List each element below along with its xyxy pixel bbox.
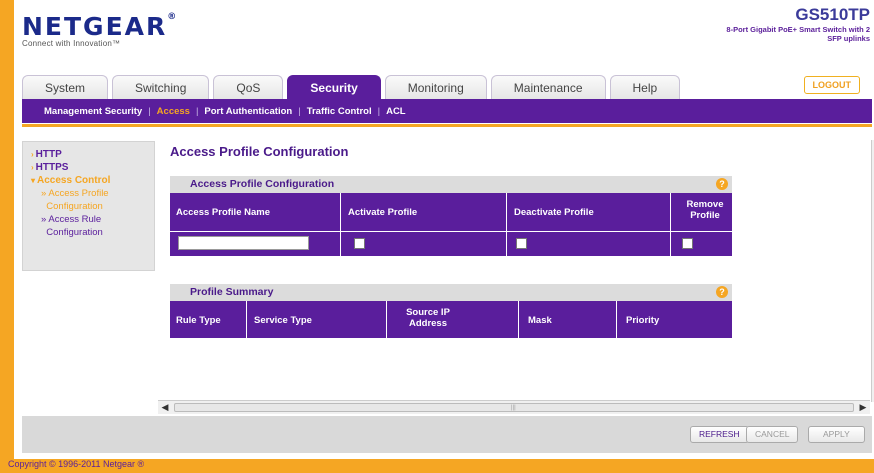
copyright-footer: Copyright © 1996-2011 Netgear ® [8,459,145,469]
sub-navigation: Management Security | Access | Port Auth… [22,99,872,123]
tab-maintenance[interactable]: Maintenance [490,75,606,99]
refresh-button[interactable]: REFRESH [690,426,749,443]
tab-security[interactable]: Security [287,75,381,99]
col-deactivate-profile: Deactivate Profile [514,207,594,218]
column-divider [386,301,387,338]
left-menu-https[interactable]: › HTTPS [31,161,154,174]
config-panel-title: Access Profile Configuration [190,178,335,190]
subnav-separator: | [195,105,199,117]
horizontal-scrollbar[interactable]: ◀ ||| ▶ [158,400,870,414]
col-source-ip-address: Source IP Address [406,307,450,329]
tab-help[interactable]: Help [609,75,681,99]
summary-panel-title: Profile Summary [190,286,274,298]
column-divider [616,301,617,338]
col-access-profile-name: Access Profile Name [176,207,270,218]
subnav-management-security[interactable]: Management Security [44,106,142,117]
deactivate-profile-checkbox[interactable] [516,238,527,249]
scroll-left-icon[interactable]: ◀ [158,401,172,414]
grip-icon: ||| [511,405,516,411]
col-priority: Priority [626,315,660,326]
access-profile-name-input[interactable] [178,236,309,250]
tab-switching[interactable]: Switching [112,75,210,99]
left-menu-access-profile-configuration-line2[interactable]: Configuration [31,200,154,213]
subnav-port-authentication[interactable]: Port Authentication [204,106,292,117]
scroll-right-icon[interactable]: ▶ [856,401,870,414]
config-table: Access Profile Name Activate Profile Dea… [170,193,732,256]
model-name: GS510TP [795,5,870,24]
subnav-traffic-control[interactable]: Traffic Control [307,106,372,117]
column-divider [340,193,341,256]
row-divider [170,231,732,232]
activate-profile-checkbox[interactable] [354,238,365,249]
tab-monitoring[interactable]: Monitoring [384,75,487,99]
col-rule-type: Rule Type [176,315,221,326]
col-mask: Mask [528,315,552,326]
subnav-access[interactable]: Access [157,106,190,117]
model-description: 8-Port Gigabit PoE+ Smart Switch with 2 … [726,25,870,43]
tab-system[interactable]: System [22,75,109,99]
horizontal-scroll-thumb[interactable]: ||| [174,403,854,412]
left-menu-access-control[interactable]: ▾ Access Control [31,174,154,187]
left-menu-access-rule-configuration-line2[interactable]: Configuration [31,226,154,239]
left-menu: › HTTP › HTTPS ▾ Access Control » Access Pr… [22,141,155,271]
column-divider [246,301,247,338]
col-activate-profile: Activate Profile [348,207,418,218]
subnav-separator: | [148,105,151,117]
model-block: GS510TP 8-Port Gigabit PoE+ Smart Switch… [720,5,870,43]
col-service-type: Service Type [254,315,312,326]
left-menu-access-profile-configuration[interactable]: » Access Profile [31,187,154,200]
apply-button[interactable]: APPLY [808,426,865,443]
orange-divider [22,124,872,127]
left-menu-http[interactable]: › HTTP [31,148,154,161]
summary-panel-header: Profile Summary ? [170,284,732,301]
summary-table: Rule Type Service Type Source IP Address… [170,301,732,338]
column-divider [506,193,507,256]
page-title: Access Profile Configuration [170,144,349,159]
logout-button[interactable]: LOGOUT [803,76,860,94]
tab-qos[interactable]: QoS [213,75,284,99]
button-bar: REFRESH CANCEL APPLY [22,416,872,453]
brand-mark: ® [167,12,179,22]
subnav-separator: | [377,105,381,117]
content-area: Access Profile Configuration Access Prof… [164,140,864,395]
netgear-logo: NETGEAR® Connect with Innovation™ [22,12,178,48]
left-menu-access-rule-configuration[interactable]: » Access Rule [31,213,154,226]
config-panel-header: Access Profile Configuration ? [170,176,732,193]
subnav-separator: | [298,105,301,117]
main-tabs: System Switching QoS Security Monitoring… [22,75,681,99]
help-icon[interactable]: ? [716,178,728,190]
column-divider [670,193,671,256]
remove-profile-checkbox[interactable] [682,238,693,249]
subnav-acl[interactable]: ACL [386,106,406,117]
column-divider [518,301,519,338]
help-icon[interactable]: ? [716,286,728,298]
brand-name: NETGEAR [22,12,168,41]
cancel-button[interactable]: CANCEL [746,426,799,443]
page-area: NETGEAR® Connect with Innovation™ GS510T… [14,0,874,459]
col-remove-profile: Remove Profile [686,199,724,221]
